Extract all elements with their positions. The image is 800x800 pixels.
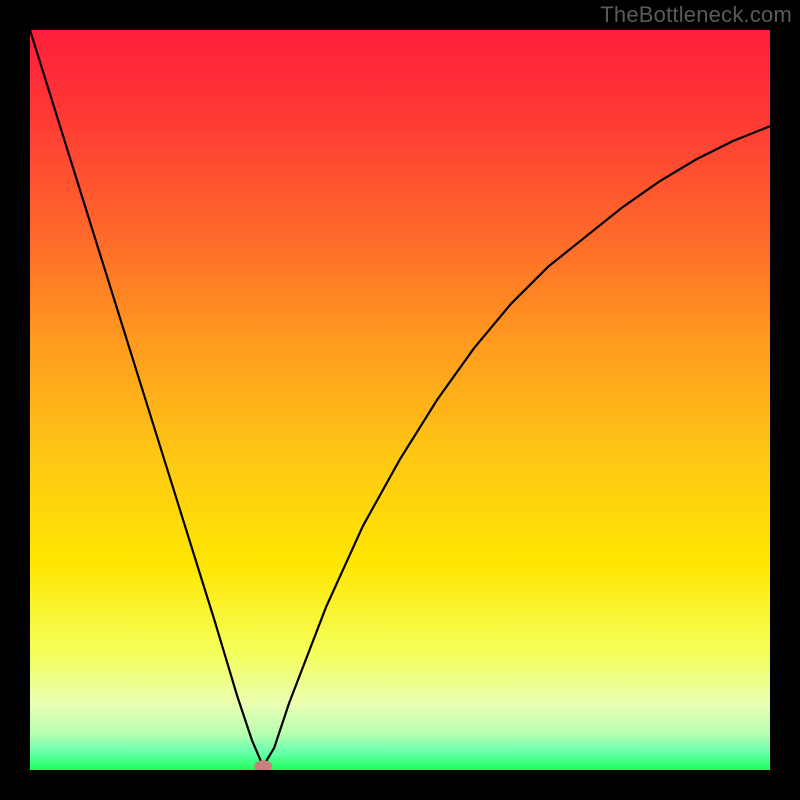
bottleneck-chart	[30, 30, 770, 770]
gradient-background	[30, 30, 770, 770]
watermark-text: TheBottleneck.com	[600, 2, 792, 28]
chart-container	[30, 30, 770, 770]
